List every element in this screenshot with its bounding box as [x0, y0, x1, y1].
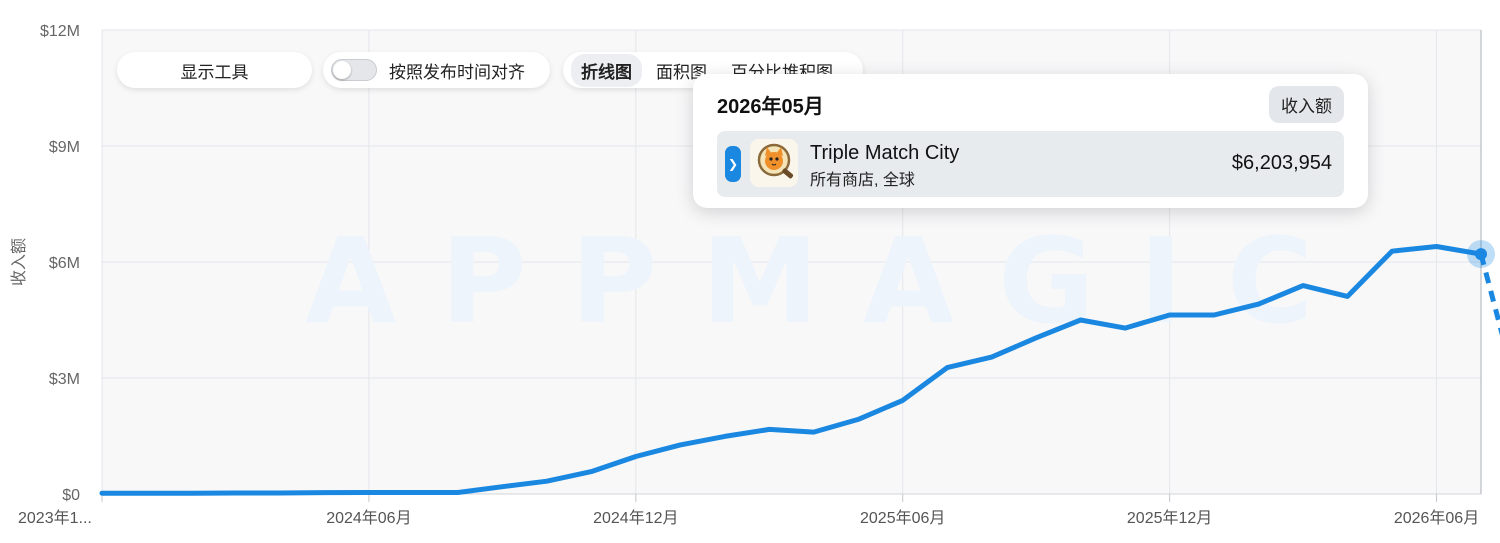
toggle-switch[interactable] [331, 59, 377, 81]
toggle-knob [333, 61, 351, 79]
watermark: APPMAGIC [305, 212, 1357, 350]
display-tools-label: 显示工具 [180, 62, 249, 82]
x-tick-label: 2025年06月 [860, 509, 945, 527]
y-axis-label: 收入额 [10, 238, 28, 286]
cat-detective-app-icon [750, 139, 798, 187]
app-name: Triple Match City [810, 142, 960, 164]
y-tick-label: $6M [49, 255, 80, 272]
x-tick-label: 2026年06月 [1394, 509, 1479, 527]
x-tick-label: 2024年12月 [593, 509, 678, 527]
y-tick-label: $0 [62, 487, 80, 504]
projection-line [1478, 253, 1500, 336]
data-tooltip: 2026年05月 收入额 ❯ Triple Match City 所有商店, 全… [693, 74, 1368, 208]
tooltip-app-row: ❯ Triple Match City 所有商店, 全球 $6,203,954 [717, 131, 1344, 197]
align-toggle-label: 按照发布时间对齐 [389, 62, 525, 82]
display-tools-button[interactable]: 显示工具 [117, 52, 312, 88]
revenue-value: $6,203,954 [1231, 152, 1332, 174]
series-marker-icon: ❯ [725, 146, 741, 182]
x-tick-label: 2025年12月 [1127, 509, 1212, 527]
highlighted-data-point [1475, 248, 1487, 261]
align-by-release-toggle[interactable]: 按照发布时间对齐 [323, 52, 550, 88]
chart-type-line[interactable]: 折线图 [571, 53, 642, 87]
x-tick-label: 2023年1... [18, 509, 92, 527]
y-tick-label: $12M [40, 23, 80, 40]
app-store-region: 所有商店, 全球 [810, 172, 915, 189]
metric-badge: 收入额 [1269, 86, 1344, 123]
tooltip-date: 2026年05月 [717, 96, 824, 118]
x-tick-label: 2024年06月 [326, 509, 411, 527]
y-tick-label: $3M [49, 371, 80, 388]
y-tick-label: $9M [49, 139, 80, 156]
